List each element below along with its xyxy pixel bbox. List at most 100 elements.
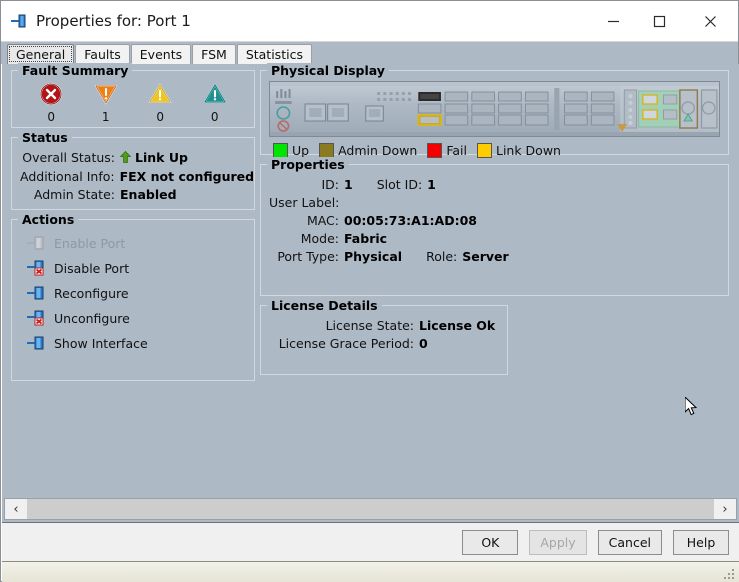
admin-state-value: Enabled bbox=[120, 187, 177, 202]
status-group: Status Overall Status: Link Up Additiona… bbox=[11, 130, 255, 210]
license-grace-period-row: License Grace Period: 0 bbox=[269, 336, 499, 352]
additional-info-row: Additional Info: FEX not configured bbox=[20, 169, 254, 185]
fault-count-major: 1 bbox=[101, 110, 110, 124]
license-state-row: License State: License Ok bbox=[269, 318, 499, 334]
legend-swatch-admin-down bbox=[319, 143, 335, 158]
license-details-legend: License Details bbox=[267, 298, 382, 313]
status-legend: Status bbox=[18, 130, 72, 145]
physical-display-group: Physical Display Up Admin Down Fail Link… bbox=[260, 63, 729, 158]
enable-port-icon bbox=[26, 235, 46, 251]
overall-status-label: Overall Status: bbox=[22, 150, 115, 165]
fault-cell-major[interactable]: 1 bbox=[84, 81, 128, 124]
fault-cell-critical[interactable]: 0 bbox=[29, 81, 73, 124]
overall-status-row: Overall Status: Link Up bbox=[20, 150, 246, 167]
right-column: Physical Display Up Admin Down Fail Link… bbox=[255, 63, 739, 496]
horizontal-scrollbar[interactable]: ‹ › bbox=[2, 496, 739, 522]
mode-row: Mode: Fabric bbox=[269, 231, 720, 247]
role-value: Server bbox=[462, 249, 509, 264]
action-unconfigure[interactable]: Unconfigure bbox=[26, 306, 246, 330]
role-label: Role: bbox=[426, 249, 458, 264]
physical-display-legend-row: Up Admin Down Fail Link Down bbox=[269, 143, 720, 158]
legend-swatch-fail bbox=[427, 143, 443, 158]
properties-dialog-window: Properties for: Port 1 General Faults Ev… bbox=[0, 0, 739, 582]
cancel-button[interactable]: Cancel bbox=[597, 529, 662, 555]
scroll-left-arrow-icon[interactable]: ‹ bbox=[5, 499, 27, 519]
mode-label: Mode: bbox=[300, 231, 339, 246]
legend-swatch-link-down bbox=[476, 143, 492, 158]
legend-label-fail: Fail bbox=[446, 143, 467, 158]
port-type-row: Port Type: Physical Role: Server bbox=[269, 249, 720, 265]
slot-id-label: Slot ID: bbox=[376, 177, 423, 192]
fault-count-warning: 0 bbox=[210, 110, 219, 124]
user-label-row: User Label: bbox=[269, 195, 720, 211]
id-label: ID: bbox=[321, 177, 339, 192]
help-button[interactable]: Help bbox=[673, 529, 729, 555]
green-up-arrow-icon bbox=[119, 151, 132, 167]
id-value: 1 bbox=[344, 177, 353, 192]
license-grace-period-value: 0 bbox=[419, 336, 428, 351]
minor-triangle-icon bbox=[147, 81, 173, 107]
fault-cell-warning[interactable]: 0 bbox=[193, 81, 237, 124]
fabric-interconnect-chassis-graphic[interactable] bbox=[269, 81, 720, 137]
resize-grip-icon[interactable] bbox=[724, 569, 735, 580]
show-interface-icon bbox=[26, 335, 46, 351]
ok-button[interactable]: OK bbox=[462, 529, 519, 555]
action-enable-port: Enable Port bbox=[26, 231, 246, 255]
admin-state-row: Admin State: Enabled bbox=[20, 187, 246, 203]
window-controls bbox=[590, 1, 738, 41]
tab-faults[interactable]: Faults bbox=[75, 44, 130, 64]
additional-info-label: Additional Info: bbox=[20, 169, 115, 184]
action-label-disable-port: Disable Port bbox=[54, 260, 130, 276]
license-state-value: License Ok bbox=[419, 318, 496, 333]
port-type-label: Port Type: bbox=[277, 249, 339, 264]
port-interface-icon bbox=[10, 13, 28, 29]
unconfigure-icon bbox=[26, 310, 46, 326]
fault-cell-minor[interactable]: 0 bbox=[138, 81, 182, 124]
action-show-interface[interactable]: Show Interface bbox=[26, 331, 246, 355]
mac-row: MAC: 00:05:73:A1:AD:08 bbox=[269, 213, 720, 229]
legend-swatch-up bbox=[273, 143, 288, 158]
tab-fsm[interactable]: FSM bbox=[192, 44, 236, 64]
reconfigure-icon bbox=[26, 285, 46, 301]
legend-label-link-down: Link Down bbox=[495, 143, 561, 158]
window-title: Properties for: Port 1 bbox=[36, 12, 191, 30]
warning-triangle-icon bbox=[202, 81, 228, 107]
mac-label: MAC: bbox=[306, 213, 339, 228]
mac-value: 00:05:73:A1:AD:08 bbox=[344, 213, 477, 228]
scroll-right-arrow-icon[interactable]: › bbox=[714, 499, 736, 519]
status-strip bbox=[2, 561, 739, 582]
action-label-show-interface: Show Interface bbox=[54, 335, 148, 351]
maximize-button[interactable] bbox=[636, 1, 682, 41]
left-column: Fault Summary 0 1 0 0 Status Overall Sta… bbox=[2, 63, 255, 496]
fault-summary-legend: Fault Summary bbox=[18, 63, 133, 78]
action-label-unconfigure: Unconfigure bbox=[54, 310, 130, 326]
action-label-reconfigure: Reconfigure bbox=[54, 285, 129, 301]
major-inverted-triangle-icon bbox=[93, 81, 119, 107]
action-label-enable-port: Enable Port bbox=[54, 235, 126, 251]
scrollbar-track[interactable]: ‹ › bbox=[4, 498, 737, 520]
admin-state-label: Admin State: bbox=[33, 187, 115, 202]
license-details-group: License Details License State: License O… bbox=[260, 298, 508, 375]
fault-count-critical: 0 bbox=[47, 110, 56, 124]
license-grace-period-label: License Grace Period: bbox=[278, 336, 414, 351]
tab-statistics[interactable]: Statistics bbox=[236, 44, 312, 64]
minimize-button[interactable] bbox=[590, 1, 636, 41]
overall-status-value-wrap: Link Up bbox=[119, 150, 188, 167]
disable-port-icon bbox=[26, 260, 46, 276]
user-label-label: User Label: bbox=[269, 195, 340, 210]
overall-status-value: Link Up bbox=[135, 150, 188, 165]
fault-summary-row: 0 1 0 0 bbox=[20, 79, 246, 124]
legend-label-admin-down: Admin Down bbox=[338, 143, 418, 158]
id-row: ID: 1 Slot ID: 1 bbox=[269, 177, 720, 193]
fault-count-minor: 0 bbox=[156, 110, 165, 124]
tab-general[interactable]: General bbox=[7, 44, 75, 64]
slot-id-value: 1 bbox=[427, 177, 436, 192]
properties-group: Properties ID: 1 Slot ID: 1 User Label: … bbox=[260, 157, 729, 296]
actions-group: Actions Enable Port Disable Port Reconfi… bbox=[11, 212, 255, 381]
action-disable-port[interactable]: Disable Port bbox=[26, 256, 246, 280]
critical-circle-x-icon bbox=[38, 81, 64, 107]
action-reconfigure[interactable]: Reconfigure bbox=[26, 281, 246, 305]
tab-events[interactable]: Events bbox=[130, 44, 192, 64]
close-button[interactable] bbox=[682, 1, 738, 41]
physical-display-legend: Physical Display bbox=[267, 63, 389, 78]
